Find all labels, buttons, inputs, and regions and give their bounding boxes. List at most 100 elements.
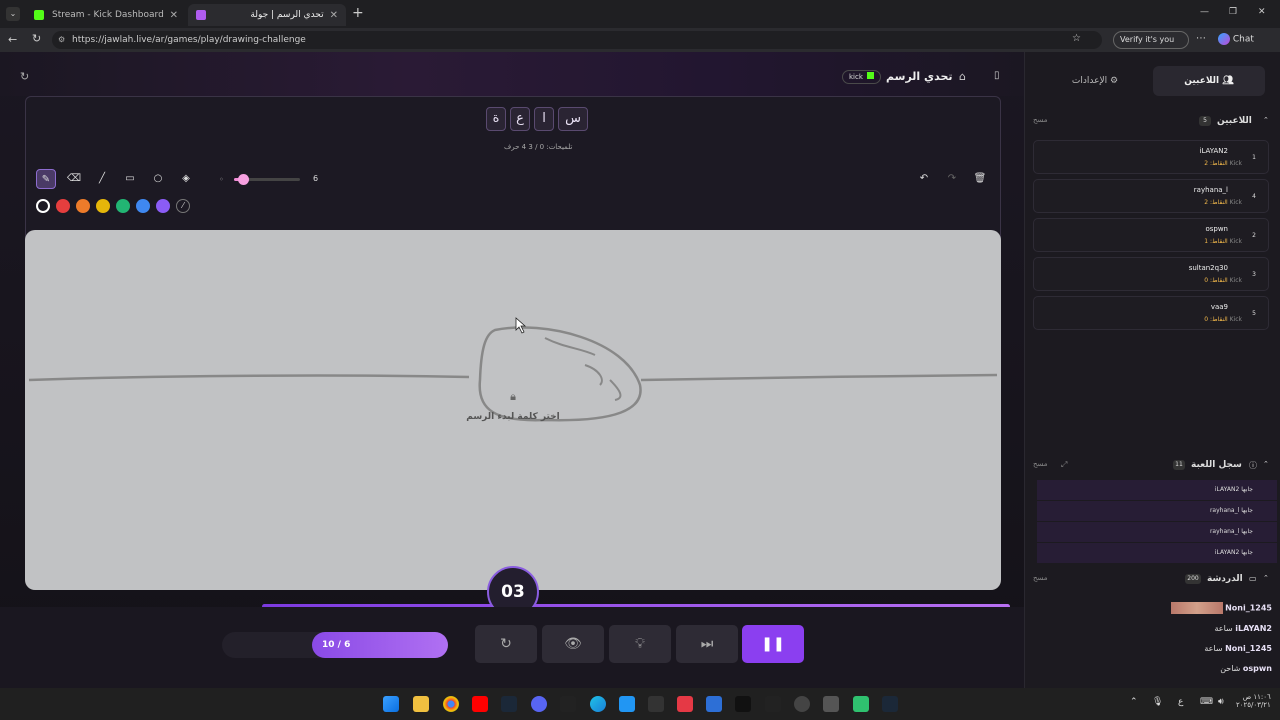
points-text: النقاط: 1 [1204,238,1228,245]
copilot-chat-button[interactable]: Chat [1218,33,1254,45]
app-icon[interactable] [765,696,781,712]
tab-kick-dashboard[interactable]: Stream - Kick Dashboard ✕ [26,4,186,26]
eraser-tool-button[interactable]: ⌫ [64,169,84,189]
color-picker-icon[interactable]: ⁄ [176,199,190,213]
hint-button[interactable]: 💡︎ [609,625,671,663]
game-log-header[interactable]: مسح ⤢ 11 سجل اللعبة ⓘ ⌃ [1033,460,1269,474]
emote-image [1170,602,1223,614]
brush-size-slider[interactable] [234,174,300,185]
player-card[interactable]: vaa9 النقاط: 0 Kick 5 [1033,296,1269,330]
player-card[interactable]: rayhana_l النقاط: 2 Kick 4 [1033,179,1269,213]
redo-button[interactable]: ↷ [942,169,962,189]
clear-canvas-button[interactable]: 🗑 [970,169,990,189]
color-swatch-yellow[interactable] [96,199,110,213]
player-points: النقاط: 2 Kick [1204,199,1242,206]
more-options-icon[interactable]: ⋯ [1196,33,1206,44]
clear-chat-button[interactable]: مسح [1033,574,1048,582]
chat-user[interactable]: iLAYAN2 [1235,624,1272,633]
rectangle-tool-button[interactable]: ▭ [120,169,140,189]
pause-button[interactable]: ❚❚ [742,625,804,663]
chrome-icon[interactable] [443,696,459,712]
color-swatch-blue[interactable] [136,199,150,213]
app-icon[interactable] [677,696,693,712]
file-explorer-icon[interactable] [413,696,429,712]
windows-taskbar: ⌃ 🎙︎ ع ⌨ 🔊︎ ١١:٠٦ ص ٢٠٢٥/٠٣/٢١ [0,688,1280,720]
close-icon[interactable]: ✕ [170,10,178,21]
favorite-star-icon[interactable]: ☆ [1072,33,1081,44]
pen-tool-button[interactable]: ✎ [36,169,56,189]
players-section-header[interactable]: مسح 5 اللاعبين ⌃ [1033,116,1269,130]
drawing-canvas[interactable]: 🔒︎ اختر كلمة لبدء الرسم [25,230,1001,590]
player-card[interactable]: ospwn النقاط: 1 Kick 2 [1033,218,1269,252]
minimize-button[interactable]: — [1200,7,1209,17]
restart-button[interactable]: ↻ [475,625,537,663]
game-icon[interactable] [560,696,576,712]
brush-size-value: 6 [313,174,319,183]
collapse-sidebar-icon[interactable]: ▯ [994,70,1000,81]
player-points: النقاط: 0 Kick [1204,277,1242,284]
clock[interactable]: ١١:٠٦ ص ٢٠٢٥/٠٣/٢١ [1236,693,1271,709]
skip-button[interactable]: ⏭︎ [676,625,738,663]
tab-settings[interactable]: الإعدادات ⚙︎ [1039,66,1151,96]
youtube-icon[interactable] [472,696,488,712]
home-icon[interactable]: ⌂ [959,70,966,83]
reload-icon[interactable]: ↻ [32,32,41,45]
tab-players[interactable]: اللاعبين 👥︎ [1153,66,1265,96]
volume-icon[interactable]: 🔊︎ [1218,697,1224,707]
player-name: iLAYAN2 [1199,147,1228,155]
expand-icon[interactable]: ⤢ [1061,460,1067,470]
tray-chevron-icon[interactable]: ⌃ [1130,697,1138,707]
settings-icon[interactable] [823,696,839,712]
circle-tool-button[interactable]: ○ [148,169,168,189]
edge-icon[interactable] [590,696,606,712]
color-swatch-green[interactable] [116,199,130,213]
color-swatch-purple[interactable] [156,199,170,213]
player-rank: 2 [1252,232,1256,239]
site-info-icon[interactable]: ⚙ [58,31,65,49]
back-icon[interactable]: ← [8,33,17,46]
color-swatch-orange[interactable] [76,199,90,213]
app-icon[interactable] [648,696,664,712]
new-tab-button[interactable]: + [352,5,364,21]
color-swatch-black[interactable] [36,199,50,213]
steam-icon[interactable] [882,696,898,712]
close-icon[interactable]: ✕ [330,10,338,21]
color-swatch-red[interactable] [56,199,70,213]
chevron-up-icon[interactable]: ⌃ [1263,116,1269,124]
fill-tool-button[interactable]: ◈ [176,169,196,189]
slider-thumb[interactable] [238,174,249,185]
language-indicator[interactable]: ع [1178,697,1183,707]
discord-icon[interactable] [531,696,547,712]
start-icon[interactable] [383,696,399,712]
tab-drawing-challenge[interactable]: تحدي الرسم | جولة ✕ [188,4,346,26]
microphone-icon[interactable]: 🎙︎ [1152,697,1163,707]
clear-log-button[interactable]: مسح [1033,460,1048,468]
app-icon[interactable] [853,696,869,712]
network-icon[interactable]: ⌨ [1200,697,1213,707]
undo-button[interactable]: ↶ [914,169,934,189]
refresh-icon[interactable]: ↻ [20,70,29,83]
url-field[interactable]: ⚙ https://jawlah.live/ar/games/play/draw… [52,31,1102,49]
chevron-up-icon[interactable]: ⌃ [1263,574,1269,582]
chat-user[interactable]: ospwn [1243,664,1272,673]
reveal-button[interactable]: 👁︎ [542,625,604,663]
clear-players-button[interactable]: مسح [1033,116,1048,124]
chat-user[interactable]: Noni_1245 [1225,604,1272,613]
close-window-button[interactable]: ✕ [1258,7,1266,17]
app-icon[interactable] [619,696,635,712]
app-icon[interactable] [794,696,810,712]
line-tool-button[interactable]: ╱ [92,169,112,189]
maximize-button[interactable]: ❐ [1229,7,1237,17]
player-card[interactable]: iLAYAN2 النقاط: 2 Kick 1 [1033,140,1269,174]
tab-list-button[interactable]: ⌄ [6,7,20,21]
players-section-title: اللاعبين [1217,116,1252,126]
obs-icon[interactable] [735,696,751,712]
chat-user[interactable]: Noni_1245 [1225,644,1272,653]
chat-count-badge: 200 [1185,574,1201,584]
chevron-up-icon[interactable]: ⌃ [1263,460,1269,468]
shield-icon[interactable] [706,696,722,712]
player-card[interactable]: sultan2q30 النقاط: 0 Kick 3 [1033,257,1269,291]
verify-profile-button[interactable]: Verify it's you [1113,31,1189,49]
chat-section-header[interactable]: مسح 200 الدردشة ▭ ⌃ [1033,574,1269,588]
steam-icon[interactable] [501,696,517,712]
